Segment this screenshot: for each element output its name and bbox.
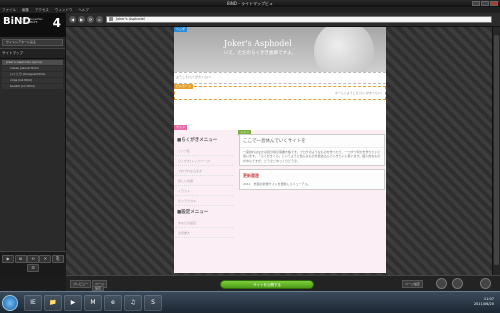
close-button[interactable] xyxy=(490,1,498,6)
back-to-site-theater-button[interactable]: サイトシアターに戻る xyxy=(2,39,63,46)
page-icon xyxy=(109,17,113,21)
home-icon[interactable]: ⌂ xyxy=(96,16,103,23)
windows-taskbar: IE 📁 ▶ M e ♫ S 11:07 2011/06/20 xyxy=(0,291,500,313)
upload-icon[interactable] xyxy=(452,278,463,289)
back-icon[interactable]: ◀ xyxy=(69,16,76,23)
address-text: Joker's Asphodel xyxy=(116,17,145,21)
forward-icon[interactable]: ▶ xyxy=(78,16,85,23)
intro-box[interactable]: ここで一息休んでいくサイトを 一度訪れはなかば自分用の落書き帳です。ブログのよう… xyxy=(239,134,385,167)
reload-icon[interactable]: ⟳ xyxy=(87,16,94,23)
start-button[interactable] xyxy=(2,295,18,311)
publish-site-button[interactable]: サイトを公開する xyxy=(220,280,314,289)
side-menu-item[interactable]: イラスト xyxy=(175,186,233,196)
main-column: ここで一息休んでいくサイトを 一度訪れはなかば自分用の落書き帳です。ブログのよう… xyxy=(239,134,385,272)
side-menu-item[interactable]: 詳しい内容 xyxy=(175,176,233,186)
history-box[interactable]: 更新履歴 2011 外部の新規サイトを更新しリニューアル。 xyxy=(239,169,385,190)
page-preview: Joker's Asphodel いえ、ただのらくがき倉庫ですよ。 ヘッダ よう… xyxy=(174,27,386,273)
side-menu-item[interactable]: 注意書き xyxy=(175,228,233,238)
copy-icon[interactable]: ⎘ xyxy=(51,254,64,263)
list-icon[interactable]: ☰ xyxy=(27,264,39,273)
sitemap-item[interactable]: inside (about.html) xyxy=(2,66,63,71)
left-panel: BiND Ver.4.0 SuperMax FOR WEBLIFE 4 サイトシ… xyxy=(0,13,66,275)
window-title-bar: BiND - ライトマップビュ xyxy=(0,0,500,7)
sitemap-item[interactable]: ninja (lst.html) xyxy=(2,78,63,83)
maximize-button[interactable] xyxy=(481,1,489,6)
taskbar-app-s[interactable]: S xyxy=(144,295,162,311)
history-heading: 更新履歴 xyxy=(243,173,259,179)
logo-version: 4 xyxy=(52,16,61,30)
play-icon[interactable]: ▶ xyxy=(2,254,15,263)
page-header[interactable]: Joker's Asphodel いえ、ただのらくがき倉庫ですよ。 xyxy=(174,27,386,72)
side-menu-title: ■らくがきメニュー xyxy=(177,138,218,143)
page-settings-button[interactable]: ページ設定 xyxy=(402,280,423,288)
logo-weblife: FOR WEBLIFE xyxy=(20,21,38,25)
scrollbar-thumb[interactable] xyxy=(494,35,499,265)
intro-body: 一度訪れはなかば自分用の落書き帳です。ブログのようなものを作ったり、一つずつ何か… xyxy=(243,150,381,163)
content-columns: サイド メイン ■らくがきメニュー リンク集 らくがき(トップページ) つれづれ… xyxy=(174,125,386,273)
refresh-icon[interactable]: ⟲ xyxy=(26,254,39,263)
taskbar-app-m[interactable]: M xyxy=(84,295,102,311)
taskbar-app-media[interactable]: ▶ xyxy=(64,295,82,311)
side-menu-item[interactable]: ボツラクガキ xyxy=(175,196,233,206)
side-menu-item[interactable]: リンク集 xyxy=(175,146,233,156)
site-subtitle: いえ、ただのらくがき倉庫ですよ。 xyxy=(224,51,296,56)
taskbar-app-music[interactable]: ♫ xyxy=(124,295,142,311)
side-menu-item[interactable]: らくがき(トップページ) xyxy=(175,156,233,166)
sitemap-tree: Joker's Asphodel (lyone) inside (about.h… xyxy=(0,59,65,91)
sync-icon[interactable] xyxy=(480,278,491,289)
delete-icon[interactable]: ✕ xyxy=(39,254,52,263)
left-panel-toolbar: ▶ ⊞ ⟲ ✕ ⎘ ☰ xyxy=(0,251,66,275)
breadcrumb: ホーム＞ようこそ(らくがきぐら)へ xyxy=(334,91,382,95)
side-menu-title: ■設定メニュー xyxy=(177,210,209,215)
taskbar-app-e[interactable]: e xyxy=(104,295,122,311)
welcome-strip: ようこそ(らくがきぐら)へ xyxy=(174,72,386,84)
bottom-bar: プレビュー ページ 設定 サイトを公開する ページ設定 xyxy=(66,275,500,291)
browser-toolbar: ◀ ▶ ⟳ ⌂ Joker's Asphodel xyxy=(66,13,500,27)
site-title: Joker's Asphodel xyxy=(224,39,292,48)
system-clock[interactable]: 11:07 2011/06/20 xyxy=(474,297,494,307)
window-title: BiND - ライトマップビュ xyxy=(227,1,273,6)
side-tag[interactable]: サイド xyxy=(174,125,188,130)
header-tag[interactable]: ヘッダ xyxy=(174,27,188,32)
taskbar-app-explorer[interactable]: 📁 xyxy=(44,295,62,311)
intro-heading: ここで一息休んでいくサイトを xyxy=(240,135,384,148)
address-bar[interactable]: Joker's Asphodel xyxy=(106,16,492,23)
bind-logo: BiND Ver.4.0 SuperMax FOR WEBLIFE 4 xyxy=(0,13,65,37)
vertical-scrollbar[interactable] xyxy=(492,27,500,275)
billboard-block[interactable]: ホーム＞ようこそ(らくがきぐら)へ xyxy=(174,86,386,100)
sitemap-section-title: サイトマップ xyxy=(0,48,65,59)
logo-sub: Ver.4.0 SuperMax FOR WEBLIFE xyxy=(20,18,43,25)
taskbar-app-ie[interactable]: IE xyxy=(24,295,42,311)
sitemap-item[interactable]: いくとり (foregoal.html) xyxy=(2,72,63,77)
edit-canvas: Joker's Asphodel いえ、ただのらくがき倉庫ですよ。 ヘッダ よう… xyxy=(66,27,492,275)
grid-icon[interactable]: ⊞ xyxy=(14,254,27,263)
sitemap-item[interactable]: bankill (on.html) xyxy=(2,84,63,89)
sitemap-item[interactable]: Joker's Asphodel (lyone) xyxy=(2,60,63,65)
billboard-tag[interactable]: ビルボード xyxy=(174,84,194,89)
history-body: 2011 外部の新規サイトを更新しリニューアル。 xyxy=(243,182,311,187)
side-column: ■らくがきメニュー リンク集 らくがき(トップページ) つれづれなるまま 詳しい… xyxy=(175,134,233,272)
minimize-button[interactable] xyxy=(472,1,480,6)
moon-image xyxy=(314,27,374,72)
clock-date: 2011/06/20 xyxy=(473,302,494,306)
side-menu-item[interactable]: あなたの設定 xyxy=(175,218,233,228)
preview-button[interactable]: プレビュー xyxy=(70,280,92,288)
welcome-text: ようこそ(らくがきぐら)へ xyxy=(176,75,212,79)
side-menu-item[interactable]: つれづれなるまま xyxy=(175,166,233,176)
window-controls xyxy=(472,1,498,6)
layout-icon[interactable] xyxy=(436,278,447,289)
